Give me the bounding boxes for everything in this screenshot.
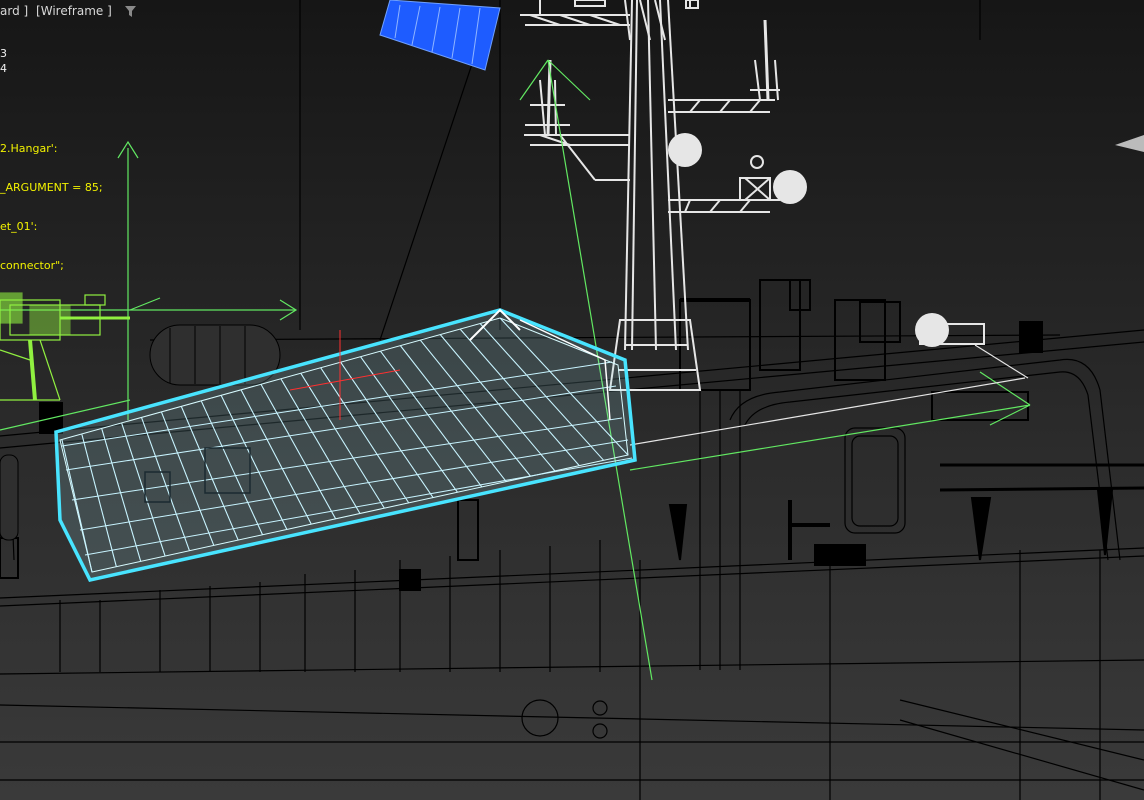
distant-object <box>1115 135 1144 152</box>
viewport-stats: 3 4 <box>0 46 7 76</box>
mast <box>520 0 780 391</box>
stats-line-1: 3 <box>0 47 7 60</box>
viewport-view-label[interactable]: ard ] <box>0 4 28 18</box>
funnel-icon[interactable] <box>124 5 137 18</box>
deck-gun <box>0 292 130 401</box>
tether-line <box>629 377 1026 446</box>
script-line: connector"; <box>0 259 64 272</box>
stats-line-2: 4 <box>0 62 7 75</box>
script-line: _ARGUMENT = 85; <box>0 181 103 194</box>
blue-object[interactable] <box>379 0 501 71</box>
script-line: 2.Hangar': <box>0 142 58 155</box>
viewport-mode-label[interactable]: [Wireframe ] <box>36 4 112 18</box>
script-line: et_01': <box>0 220 38 233</box>
viewport-label[interactable]: ard ] [Wireframe ] <box>0 4 137 18</box>
portholes <box>521 699 608 739</box>
viewport-wireframe[interactable]: ard ] [Wireframe ] 3 4 2.Hangar': _ARGUM… <box>0 0 1144 800</box>
radar-domes <box>668 133 985 347</box>
selected-hangar-object[interactable] <box>54 308 637 583</box>
script-overlay: 2.Hangar': _ARGUMENT = 85; et_01': conne… <box>0 116 103 298</box>
scene-canvas[interactable] <box>0 0 1144 800</box>
